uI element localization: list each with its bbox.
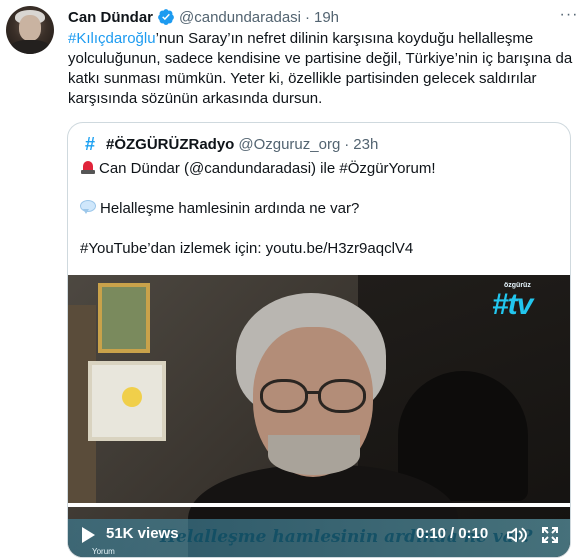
video-controls: 51K views 0:10/0:10: [68, 509, 570, 557]
tweet-header: Can Dündar @candundaradasi · 19h: [68, 6, 339, 28]
author-handle[interactable]: @candundaradasi: [179, 9, 301, 26]
video-view-count: 51K views: [106, 525, 179, 542]
author-avatar[interactable]: [6, 6, 54, 54]
video-picture-frame-sun: [88, 361, 166, 441]
video-progress-fill: [68, 503, 570, 507]
quoted-tweet-timestamp: 23h: [353, 135, 379, 153]
verified-badge-icon: [158, 9, 174, 25]
video-speaker-beard: [268, 435, 360, 475]
header-separator: ·: [305, 8, 310, 26]
tweet[interactable]: Can Dündar @candundaradasi · 19h ··· #Kı…: [0, 0, 584, 558]
play-icon[interactable]: [82, 527, 95, 543]
siren-icon: [80, 160, 96, 174]
video-speaker-glasses: [256, 379, 372, 415]
quoted-header-separator: ·: [344, 135, 350, 153]
video-timecode: 0:10/0:10: [416, 525, 488, 542]
tweet-body: #Kılıçdaroğlu’nun Saray’ın nefret dilini…: [68, 29, 578, 109]
quoted-tweet[interactable]: # #ÖZGÜRÜZRadyo @Ozguruz_org · 23h Can D…: [67, 122, 571, 558]
quoted-line-2: Helalleşme hamlesinin ardında ne var?: [80, 199, 359, 219]
quoted-author-avatar: #: [80, 134, 100, 154]
quoted-line-1-text: Can Dündar (@candundaradasi) ile #ÖzgürY…: [99, 160, 436, 177]
duration: 0:10: [458, 525, 489, 542]
fullscreen-icon[interactable]: [540, 525, 560, 545]
current-time: 0:10: [416, 525, 447, 542]
quoted-tweet-header: # #ÖZGÜRÜZRadyo @Ozguruz_org · 23h: [80, 133, 378, 155]
channel-logo-text: #tv: [492, 288, 533, 321]
more-options-icon[interactable]: ···: [558, 6, 580, 28]
quoted-line-2-text: Helalleşme hamlesinin ardında ne var?: [100, 200, 360, 217]
quoted-line-3: #YouTube’dan izlemek için: youtu.be/H3zr…: [80, 240, 414, 257]
speech-bubble-icon: [80, 200, 96, 214]
hashtag-link[interactable]: #Kılıçdaroğlu: [68, 30, 156, 47]
avatar-shirt: [10, 40, 50, 54]
avatar-face: [19, 15, 41, 41]
video-player[interactable]: özgürüz #tv Helalleşme hamlesinin ardınd…: [68, 275, 570, 557]
time-separator: /: [450, 525, 455, 542]
video-picture-frame: [98, 283, 150, 353]
author-name[interactable]: Can Dündar: [68, 9, 153, 26]
channel-logo: özgürüz #tv: [492, 282, 564, 323]
tweet-timestamp[interactable]: 19h: [314, 9, 339, 26]
video-progress-bar[interactable]: [68, 503, 570, 507]
quoted-line-1: Can Dündar (@candundaradasi) ile #ÖzgürY…: [80, 159, 436, 179]
quoted-author-handle: @Ozguruz_org: [238, 135, 341, 153]
quoted-author-name: #ÖZGÜRÜZRadyo: [106, 135, 235, 153]
volume-icon[interactable]: [506, 526, 528, 544]
